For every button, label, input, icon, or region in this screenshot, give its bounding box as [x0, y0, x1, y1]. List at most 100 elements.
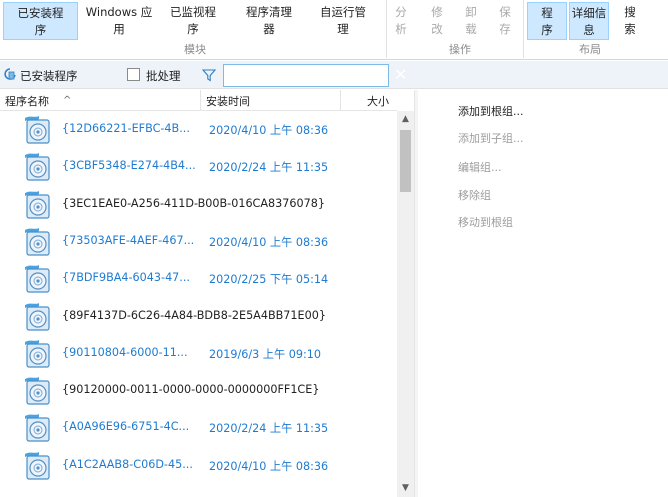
ribbon-layout-programs-button[interactable]: 程 序 [527, 2, 567, 40]
ribbon-modify-label-line2: 改 [431, 22, 443, 36]
ribbon-separator [386, 0, 387, 58]
ribbon-save-label-line2: 存 [499, 22, 511, 36]
ribbon-monitored-programs-label-line1: 已监视程 [170, 5, 216, 19]
ribbon-group-layout-label: 布局 [579, 43, 601, 56]
program-installer-disc-icon [25, 190, 50, 219]
ribbon-autorun-manager-button[interactable]: 自运行管 理 [308, 2, 378, 40]
program-installer-disc-icon [25, 302, 50, 331]
move-to-root-group-action[interactable]: 移动到根组 [458, 214, 513, 230]
program-name: {73503AFE-4AEF-467... [62, 233, 195, 247]
program-list-row[interactable]: {3EC1EAE0-A256-411D-B00B-016CA8376078} [0, 186, 397, 223]
ribbon-group-actions-label: 操作 [449, 43, 471, 56]
edit-group-action[interactable]: 编辑组... [458, 159, 502, 175]
filter-funnel-icon[interactable] [202, 68, 216, 82]
ribbon-windows-apps-label-line1: Windows 应 [85, 5, 153, 19]
groups-pane: 添加到根组... 添加到子组... 编辑组... 移除组 移动到根组 [418, 90, 668, 497]
program-name: {3CBF5348-E274-4B4... [62, 159, 196, 173]
program-install-date: 2020/2/24 上午 11:35 [209, 422, 329, 436]
ribbon-monitored-programs-button[interactable]: 已监视程 序 [160, 2, 226, 40]
ribbon-layout-search-label-line1: 搜 [624, 5, 636, 19]
program-list-header: 程序名称 ^ 安装时间 大小 [0, 90, 397, 111]
ribbon-layout-programs-label-line1: 程 [541, 6, 553, 20]
installed-programs-label: 已安装程序 [20, 69, 78, 83]
ribbon-modify-label-line1: 修 [431, 5, 443, 19]
program-install-date: 2020/4/10 上午 08:36 [209, 235, 329, 249]
clear-search-icon[interactable]: ✕ [394, 67, 407, 83]
program-installer-disc-icon [25, 377, 50, 405]
ribbon-analyze-label-line2: 析 [395, 22, 407, 36]
program-list-row[interactable]: {A0A96E96-6751-4C... 2020/2/24 上午 11:35 [0, 409, 397, 446]
program-installer-disc-icon [25, 414, 50, 442]
ribbon-modify-button[interactable]: 修 改 [424, 2, 450, 40]
program-name: {A1C2AAB8-C06D-45... [62, 457, 193, 471]
column-divider [340, 90, 341, 110]
program-list-row[interactable]: {89F4137D-6C26-4A84-BDB8-2E5A4BB71E00} [0, 298, 397, 335]
ribbon-program-cleaner-label-line2: 器 [263, 22, 275, 36]
add-to-root-group-action[interactable]: 添加到根组... [458, 103, 524, 119]
column-header-size[interactable]: 大小 [367, 93, 389, 109]
program-name: {90110804-6000-11... [62, 345, 188, 359]
program-name: {90120000-0011-0000-0000-0000000FF1CE} [62, 383, 320, 397]
program-list-row[interactable]: {90120000-0011-0000-0000-0000000FF1CE} [0, 372, 397, 409]
program-list-row[interactable]: {73503AFE-4AEF-467... 2020/4/10 上午 08:36 [0, 223, 397, 260]
scroll-down-arrow-icon[interactable]: ▼ [397, 480, 414, 497]
ribbon-windows-apps-label-line2: 用 [113, 22, 125, 36]
ribbon-uninstall-label-line2: 载 [465, 22, 477, 36]
program-name: {89F4137D-6C26-4A84-BDB8-2E5A4BB71E00} [62, 308, 326, 322]
scroll-up-arrow-icon[interactable]: ▲ [397, 111, 414, 128]
ribbon-layout-details-label-line1: 详细信 [571, 6, 607, 20]
program-installer-disc-icon [25, 116, 50, 144]
ribbon-program-cleaner-label-line1: 程序清理 [246, 5, 292, 19]
program-installer-disc-icon [25, 153, 50, 181]
ribbon-layout-search-label-line2: 索 [624, 22, 636, 36]
ribbon-separator [523, 0, 524, 58]
list-scrollbar[interactable]: ▲ ▼ [397, 111, 414, 497]
remove-group-action[interactable]: 移除组 [458, 187, 491, 203]
program-install-date: 2020/2/24 上午 11:35 [209, 161, 329, 175]
program-installer-disc-icon [25, 451, 50, 480]
ribbon-layout-search-button[interactable]: 搜 索 [613, 2, 647, 40]
ribbon-analyze-label-line1: 分 [395, 5, 407, 19]
ribbon-uninstall-label-line1: 卸 [465, 5, 477, 19]
program-list: {12D66221-EFBC-4B... 2020/4/10 上午 08:36 {3… [0, 111, 397, 497]
ribbon-toolbar: 已安装程 序 Windows 应 用 已监视程 序 程序清理 器 自运行管 理 … [0, 0, 668, 60]
program-list-row[interactable]: {3CBF5348-E274-4B4... 2020/2/24 上午 11:35 [0, 148, 397, 185]
ribbon-uninstall-button[interactable]: 卸 载 [458, 2, 484, 40]
scrollbar-thumb[interactable] [400, 130, 411, 192]
ribbon-group-modules-label: 模块 [184, 43, 206, 56]
program-list-row[interactable]: {12D66221-EFBC-4B... 2020/4/10 上午 08:36 [0, 111, 397, 148]
program-install-date: 2020/4/10 上午 08:36 [209, 124, 329, 137]
program-list-row[interactable]: {7BDF9BA4-6043-47... 2020/2/25 下午 05:14 [0, 260, 397, 297]
ribbon-monitored-programs-label-line2: 序 [187, 22, 199, 36]
ribbon-layout-programs-label-line2: 序 [541, 23, 553, 37]
installed-programs-icon [4, 68, 16, 80]
sort-ascending-icon: ^ [63, 95, 72, 106]
program-install-date: 2020/4/10 上午 08:36 [209, 459, 329, 473]
program-install-date: 2020/2/25 下午 05:14 [209, 273, 329, 287]
program-list-row[interactable]: {A1C2AAB8-C06D-45... 2020/4/10 上午 08:36 [0, 447, 397, 484]
ribbon-save-button[interactable]: 保 存 [492, 2, 518, 40]
program-name: {7BDF9BA4-6043-47... [62, 271, 190, 285]
ribbon-installed-programs-label-line1: 已安装程 [17, 6, 64, 20]
program-installer-disc-icon [25, 339, 50, 368]
ribbon-windows-apps-button[interactable]: Windows 应 用 [80, 2, 158, 40]
program-list-row[interactable]: {90110804-6000-11... 2019/6/3 上午 09:10 [0, 335, 397, 372]
program-name: {12D66221-EFBC-4B... [62, 122, 190, 135]
ribbon-autorun-manager-label-line2: 理 [337, 22, 349, 36]
ribbon-program-cleaner-button[interactable]: 程序清理 器 [234, 2, 304, 40]
search-input[interactable] [223, 64, 389, 87]
column-header-install-date[interactable]: 安装时间 [206, 93, 250, 109]
column-header-name[interactable]: 程序名称 [5, 93, 49, 109]
program-installer-disc-icon [25, 227, 50, 256]
ribbon-layout-details-button[interactable]: 详细信 息 [569, 2, 609, 40]
batch-checkbox-label[interactable]: 批处理 [146, 68, 181, 84]
batch-checkbox[interactable] [127, 68, 140, 81]
column-divider [200, 90, 201, 110]
filter-bar: 已安装程序 批处理 ✕ [0, 61, 668, 89]
add-to-subgroup-action[interactable]: 添加到子组... [458, 130, 524, 146]
ribbon-analyze-button[interactable]: 分 析 [388, 2, 414, 40]
ribbon-installed-programs-button[interactable]: 已安装程 序 [3, 2, 78, 40]
ribbon-autorun-manager-label-line1: 自运行管 [320, 5, 366, 19]
program-name: {3EC1EAE0-A256-411D-B00B-016CA8376078} [62, 196, 325, 210]
ribbon-save-label-line1: 保 [499, 5, 511, 19]
